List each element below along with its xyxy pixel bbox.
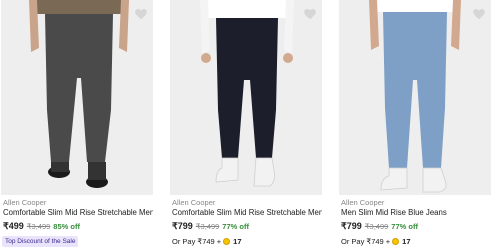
product-price: ₹799 bbox=[172, 221, 193, 231]
price-row: ₹499 ₹3,499 85% off bbox=[3, 221, 80, 232]
product-discount: 77% off bbox=[222, 222, 249, 231]
product-mrp: ₹3,499 bbox=[195, 222, 220, 231]
supercoin-offer: Or Pay ₹749 + 17 bbox=[341, 237, 411, 246]
product-image[interactable] bbox=[170, 0, 322, 195]
product-grid: Allen Cooper Comfortable Slim Mid Rise S… bbox=[0, 0, 500, 251]
product-mrp: ₹3,499 bbox=[364, 222, 389, 231]
product-card[interactable]: Allen Cooper Men Slim Mid Rise Blue Jean… bbox=[339, 0, 491, 251]
product-mrp: ₹3,499 bbox=[26, 222, 51, 231]
heart-icon[interactable] bbox=[472, 7, 486, 21]
product-brand: Allen Cooper bbox=[341, 198, 385, 207]
supercoin-icon bbox=[392, 238, 400, 245]
product-image[interactable] bbox=[339, 0, 491, 195]
product-price: ₹799 bbox=[341, 221, 362, 231]
product-title[interactable]: Men Slim Mid Rise Blue Jeans bbox=[341, 208, 491, 217]
heart-icon[interactable] bbox=[134, 7, 148, 21]
product-card[interactable]: Allen Cooper Comfortable Slim Mid Rise S… bbox=[1, 0, 153, 251]
heart-icon[interactable] bbox=[303, 7, 317, 21]
product-brand: Allen Cooper bbox=[3, 198, 47, 207]
pay-coins: 17 bbox=[233, 237, 242, 246]
product-title[interactable]: Comfortable Slim Mid Rise Stretchable Me… bbox=[172, 208, 322, 217]
pay-coins: 17 bbox=[402, 237, 411, 246]
product-title[interactable]: Comfortable Slim Mid Rise Stretchable Me… bbox=[3, 208, 153, 217]
product-price: ₹499 bbox=[3, 221, 24, 231]
product-discount: 85% off bbox=[53, 222, 80, 231]
product-card[interactable]: Allen Cooper Comfortable Slim Mid Rise S… bbox=[170, 0, 322, 251]
product-brand: Allen Cooper bbox=[172, 198, 216, 207]
deal-badge: Top Discount of the Sale bbox=[2, 236, 79, 247]
pay-label: Or Pay ₹749 + bbox=[341, 237, 391, 246]
product-image[interactable] bbox=[1, 0, 153, 195]
price-row: ₹799 ₹3,499 77% off bbox=[172, 221, 249, 232]
pay-label: Or Pay ₹749 + bbox=[172, 237, 222, 246]
product-discount: 77% off bbox=[391, 222, 418, 231]
supercoin-icon bbox=[223, 238, 231, 245]
supercoin-offer: Or Pay ₹749 + 17 bbox=[172, 237, 242, 246]
price-row: ₹799 ₹3,499 77% off bbox=[341, 221, 418, 232]
